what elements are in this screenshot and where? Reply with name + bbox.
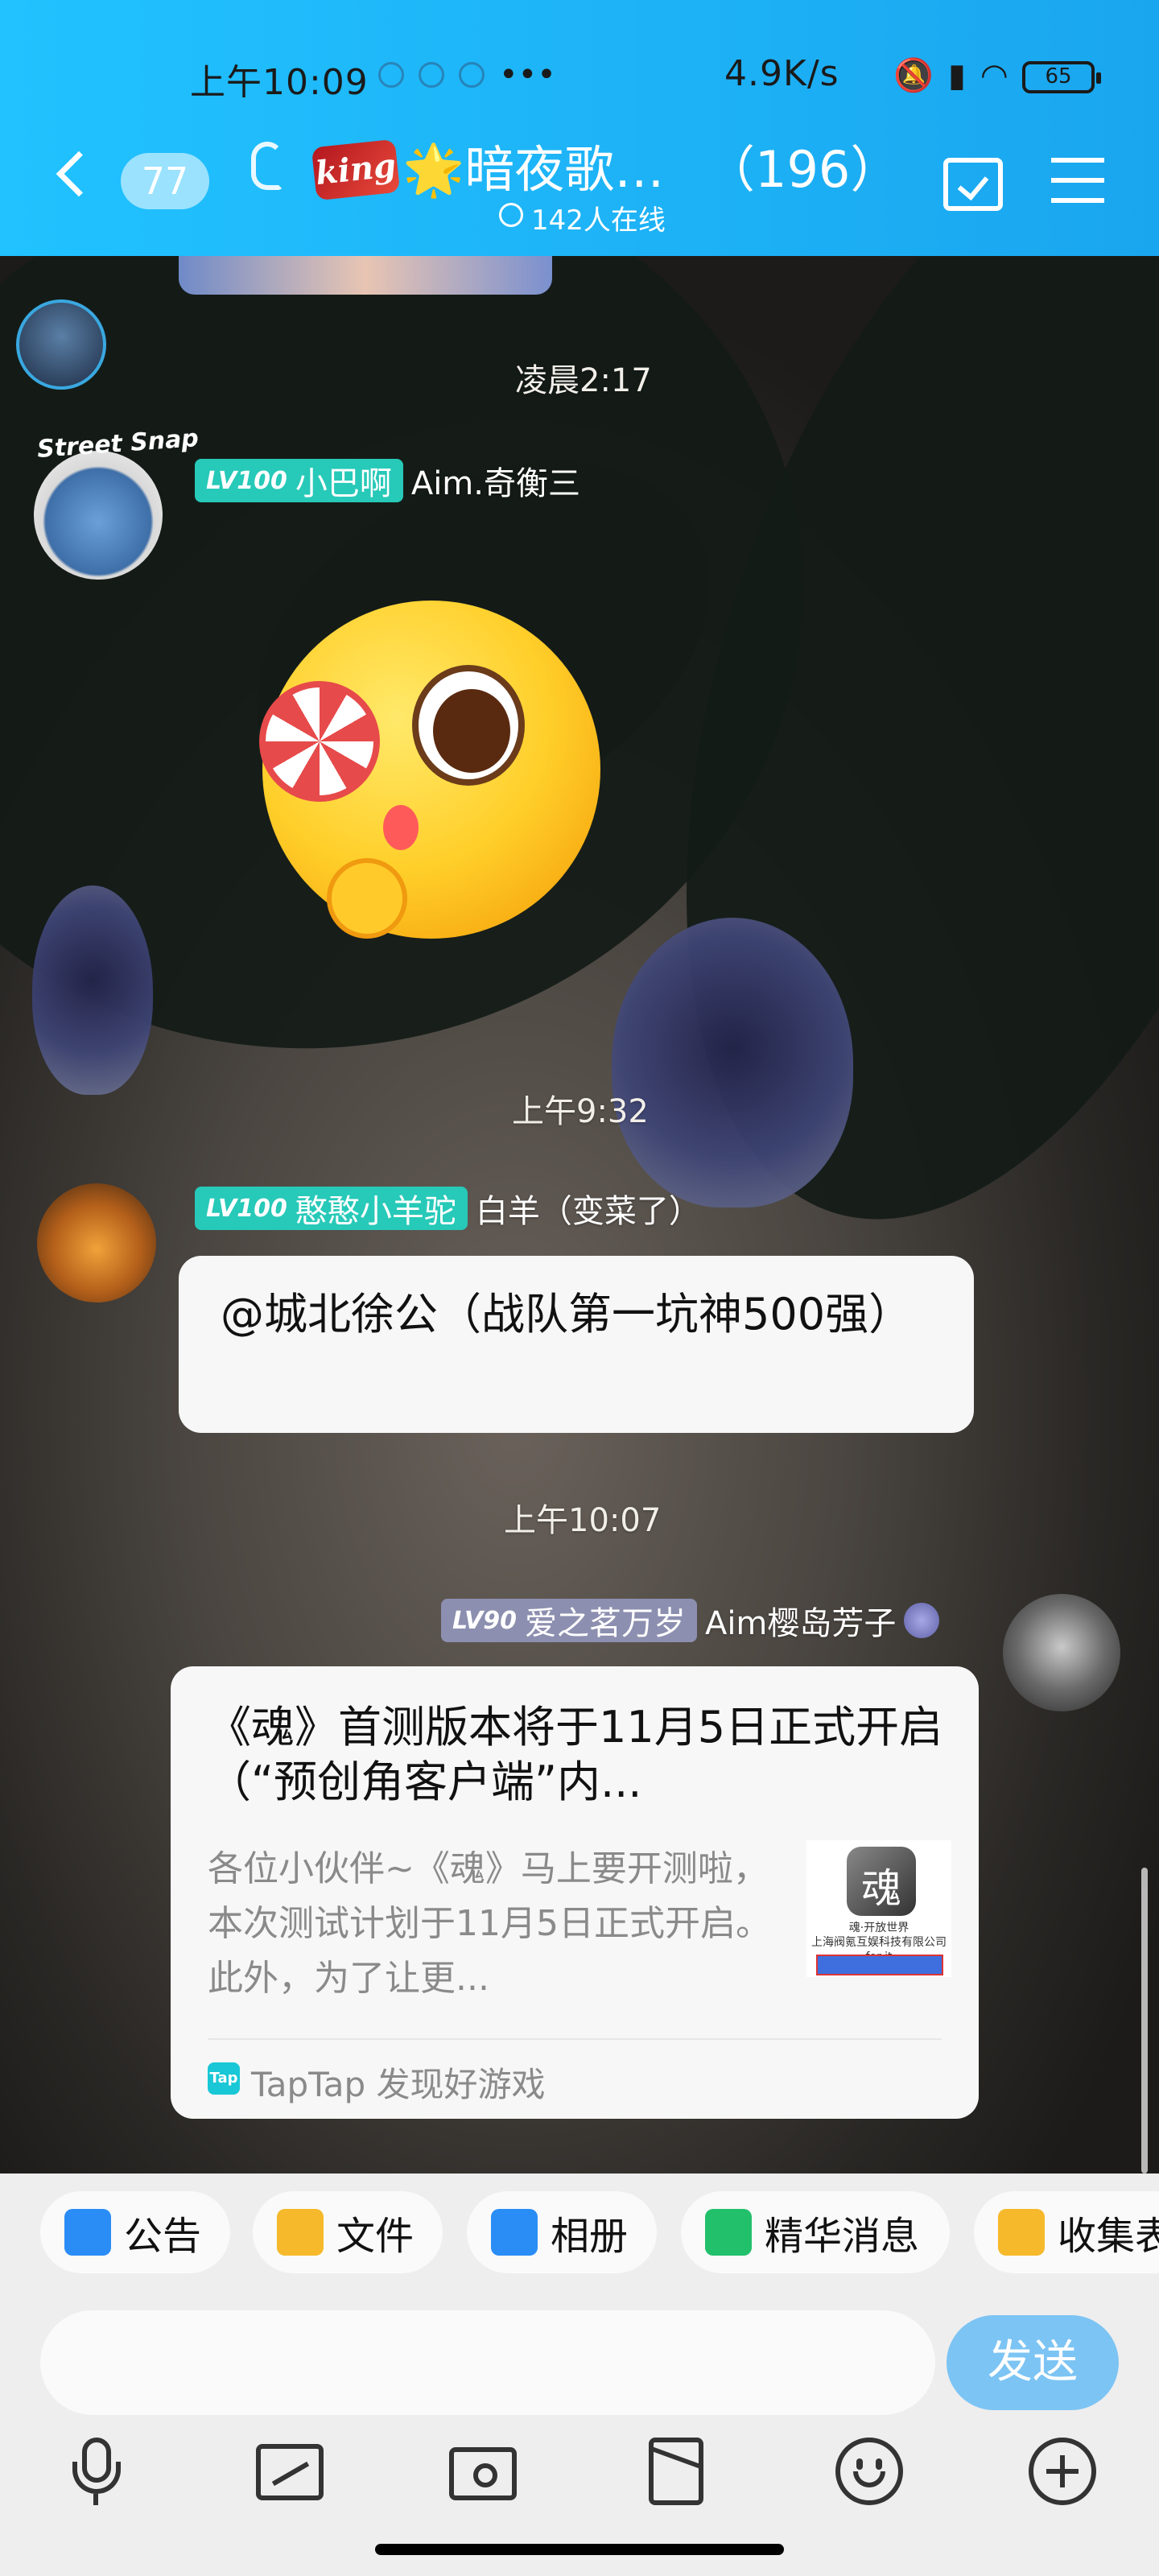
notification-icon: [459, 62, 485, 88]
share-card-title: 《魂》首测版本将于11月5日正式开启（“预创角客户端”内...: [208, 1702, 943, 1807]
message-input[interactable]: [40, 2310, 935, 2415]
member-count[interactable]: （196）: [705, 129, 900, 201]
timestamp: 上午10:07: [504, 1502, 662, 1539]
camera-icon[interactable]: [449, 2438, 517, 2505]
unread-count-badge[interactable]: 77: [121, 153, 209, 209]
message-text: @城北徐公（战队第一坑神500强）: [221, 1289, 913, 1340]
quick-tool-form[interactable]: 收集表: [974, 2191, 1159, 2273]
level-badge: LV90 爱之茗万岁: [441, 1599, 697, 1642]
calendar-checkin-icon[interactable]: [943, 158, 1003, 211]
group-title[interactable]: 🌟暗夜歌…: [402, 129, 664, 201]
scrollbar[interactable]: [1141, 1868, 1148, 2174]
timestamp: 凌晨2:17: [515, 362, 652, 399]
microphone-icon[interactable]: [63, 2438, 130, 2505]
taptap-logo-icon: Tap: [208, 2062, 240, 2095]
plus-icon[interactable]: [1029, 2438, 1096, 2505]
earpiece-mode-icon[interactable]: [251, 142, 283, 190]
mute-icon: 🔕: [893, 57, 934, 94]
share-card-source: TapTap 发现好游戏: [251, 2065, 546, 2104]
share-card-description: 各位小伙伴~《魂》马上要开测啦，本次测试计划于11月5日正式开启。此外，为了让更…: [208, 1848, 771, 1999]
share-card[interactable]: 《魂》首测版本将于11月5日正式开启（“预创角客户端”内... 各位小伙伴~《魂…: [171, 1666, 979, 2119]
quick-tool-announcement[interactable]: 公告: [40, 2191, 230, 2273]
sender-nickname[interactable]: 白羊（变菜了）: [476, 1185, 701, 1232]
quick-tool-album[interactable]: 相册: [467, 2191, 657, 2273]
status-system-icons: 🔕 ▮ ◠: [893, 56, 1008, 95]
sender-info: LV100 小巴啊 Aim.奇衡三: [195, 457, 580, 504]
home-indicator[interactable]: [375, 2544, 784, 2555]
folder-icon: [277, 2209, 324, 2256]
send-button[interactable]: 发送: [947, 2315, 1119, 2410]
avatar[interactable]: [1003, 1594, 1120, 1711]
previous-image-message[interactable]: [179, 256, 552, 295]
game-logo-icon: [847, 1847, 916, 1916]
lollipop-emoji-sticker[interactable]: [259, 601, 600, 939]
wifi-icon: ◠: [980, 56, 1008, 94]
group-honor-icon: [904, 1603, 940, 1638]
online-status-icon: [499, 203, 523, 227]
online-count: 142人在线: [531, 204, 666, 237]
sender-nickname[interactable]: Aim.奇衡三: [411, 457, 580, 504]
king-tag-icon: king: [311, 138, 401, 201]
quick-tool-highlight-messages[interactable]: 精华消息: [681, 2191, 950, 2273]
sender-nickname[interactable]: Aim樱岛芳子: [705, 1597, 896, 1644]
network-speed: 4.9K/s: [724, 53, 839, 94]
timestamp: 上午9:32: [512, 1093, 649, 1130]
level-badge: LV100 小巴啊: [195, 459, 403, 502]
signal-icon: ▮: [947, 56, 966, 94]
thumbnail-button: [816, 1955, 943, 1975]
highlight-message-icon: [705, 2209, 752, 2256]
form-icon: [998, 2209, 1045, 2256]
notification-icon: [378, 62, 404, 88]
back-icon[interactable]: [56, 151, 102, 197]
divider: [208, 2038, 942, 2040]
share-card-thumbnail: 魂·开放世界 上海阀氪互娱科技有限公司 for it: [806, 1840, 951, 1977]
battery-indicator: 65: [1022, 61, 1101, 93]
announcement-icon: [64, 2209, 111, 2256]
text-message-bubble[interactable]: @城北徐公（战队第一坑神500强）: [179, 1256, 974, 1433]
status-notification-icons: •••: [378, 56, 556, 93]
sender-info: LV90 爱之茗万岁 Aim樱岛芳子: [441, 1597, 940, 1644]
status-time: 上午10:09: [190, 62, 369, 103]
image-icon[interactable]: [256, 2438, 324, 2505]
avatar[interactable]: [37, 1183, 156, 1302]
notification-icon: [419, 62, 444, 88]
red-packet-icon[interactable]: [642, 2438, 710, 2505]
avatar[interactable]: [16, 299, 106, 390]
level-badge: LV100 憨憨小羊驼: [195, 1187, 468, 1230]
header-bar: 上午10:09 ••• 4.9K/s 🔕 ▮ ◠ 65 77 king 🌟暗夜歌…: [0, 0, 1159, 256]
avatar[interactable]: [34, 451, 163, 580]
emoji-icon[interactable]: [835, 2438, 903, 2505]
quick-tool-files[interactable]: 文件: [253, 2191, 443, 2273]
menu-icon[interactable]: [1051, 158, 1104, 203]
sender-info: LV100 憨憨小羊驼 白羊（变菜了）: [195, 1185, 701, 1232]
more-notifications-icon: •••: [499, 56, 556, 93]
album-icon: [491, 2209, 538, 2256]
